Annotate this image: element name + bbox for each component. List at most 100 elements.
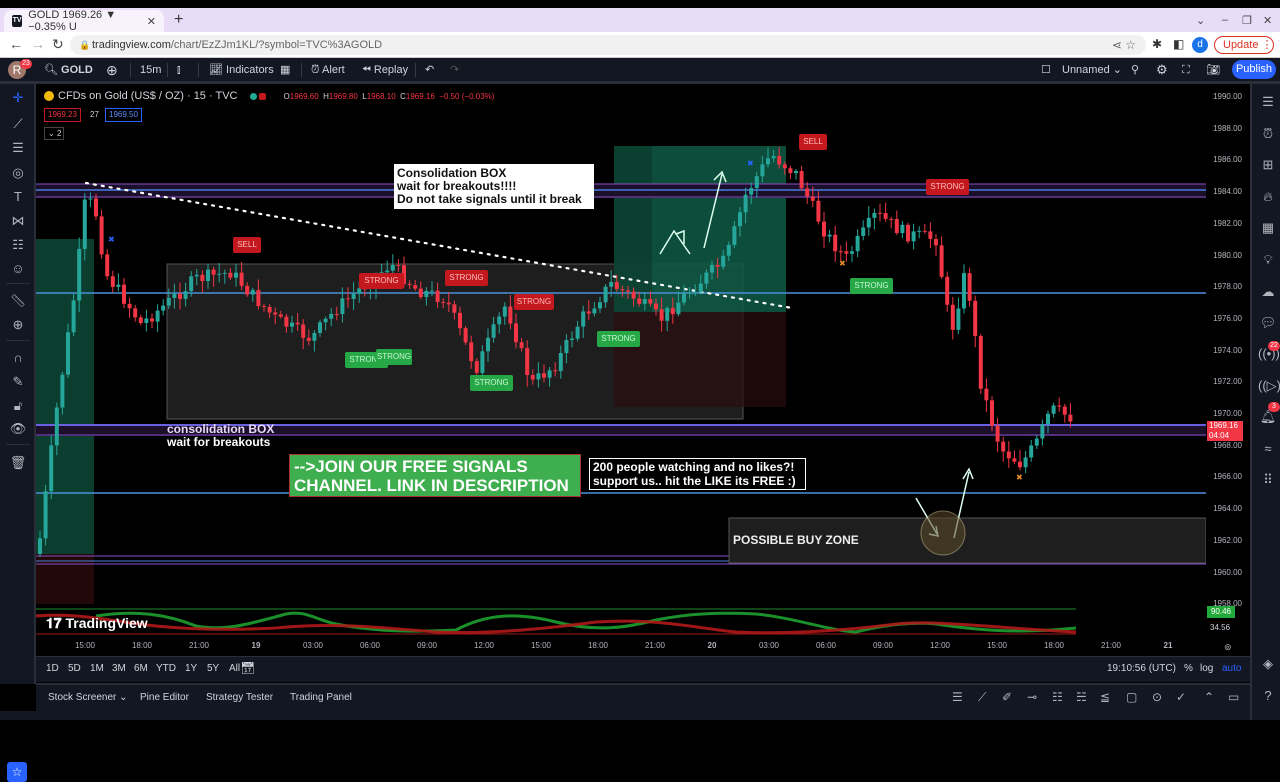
tab-search-chevron-icon[interactable]: ⌄ xyxy=(1196,14,1205,27)
oscillator-pane[interactable] xyxy=(36,604,1206,639)
horizontal-lines-tool-icon[interactable]: ☰ xyxy=(952,690,963,704)
trend-line-icon[interactable]: ⟋ xyxy=(8,114,28,134)
hotlist-flame-icon[interactable]: 🔥︎ xyxy=(1258,187,1278,207)
messages-icon[interactable]: 💬︎ xyxy=(1258,313,1278,333)
browser-tab[interactable]: TV GOLD 1969.26 ▼ −0.35% U ✕ xyxy=(4,9,164,33)
candles-style-icon[interactable]: ⫾ xyxy=(177,58,181,82)
ideas-lightbulb-icon[interactable]: 💡︎ xyxy=(1258,250,1278,270)
scale-settings-icon[interactable]: ⊚ xyxy=(1224,642,1232,653)
pattern-tool-icon[interactable]: ⋈ xyxy=(8,211,28,231)
collapse-up-icon[interactable]: ⌃ xyxy=(1204,690,1214,704)
publish-button[interactable]: Publish xyxy=(1232,60,1276,79)
log-scale-toggle[interactable]: log xyxy=(1200,663,1213,674)
data-window-icon[interactable]: ⠿ xyxy=(1258,470,1278,490)
tab-strategy-tester[interactable]: Strategy Tester xyxy=(206,692,273,703)
watchlist-icon[interactable]: ☰ xyxy=(1258,92,1278,112)
collapse-icon[interactable]: ≈ xyxy=(1258,439,1278,459)
range-button-1d[interactable]: 1D xyxy=(46,663,59,674)
range-button-1y[interactable]: 1Y xyxy=(185,663,197,674)
settings-gear-icon[interactable]: ⚙ xyxy=(1156,58,1168,82)
compare-symbol-icon[interactable]: ⊕ xyxy=(106,58,118,82)
maximize-panel-icon[interactable]: ▭ xyxy=(1228,690,1239,704)
brush-tool-icon[interactable]: ✐ xyxy=(1002,690,1012,704)
range-button-all[interactable]: All xyxy=(229,663,240,674)
live-streams-icon[interactable]: ((▷)) xyxy=(1258,376,1280,396)
undo-icon[interactable]: ↶ xyxy=(425,58,434,82)
bid-price-button[interactable]: 1969.23 xyxy=(44,108,81,122)
lock-all-icon[interactable]: 🔓︎ xyxy=(8,396,28,416)
calendar-icon[interactable]: ▦ xyxy=(1258,218,1278,238)
tab-stock-screener[interactable]: Stock Screener ⌄ xyxy=(48,692,128,703)
tab-trading-panel[interactable]: Trading Panel xyxy=(290,692,352,703)
camera-icon[interactable]: 📷︎ xyxy=(1206,58,1220,82)
redo-icon[interactable]: ↷ xyxy=(450,58,459,82)
chart-pane[interactable]: ✖ ✖ ✖ ✖ SELL STRONG STRONG STRONG STRONG… xyxy=(36,84,1206,604)
range-button-3m[interactable]: 3M xyxy=(112,663,126,674)
alerts-clock-icon[interactable]: ⏰︎ xyxy=(1258,124,1278,144)
alert-button[interactable]: ⏰︎ Alert xyxy=(311,58,345,82)
parallel-channel-icon[interactable]: ☷ xyxy=(1052,690,1063,704)
crosshair-icon[interactable]: ✛ xyxy=(8,88,28,108)
emoji-icon[interactable]: ☺ xyxy=(8,259,28,279)
reload-icon[interactable]: ↻ xyxy=(52,36,64,53)
auto-scale-toggle[interactable]: auto xyxy=(1222,663,1241,674)
path-tool-icon[interactable]: ✓ xyxy=(1176,690,1186,704)
tab-pine-editor[interactable]: Pine Editor xyxy=(140,692,189,703)
update-button[interactable]: Update ⋮ xyxy=(1214,36,1274,54)
interval-button[interactable]: 15m xyxy=(140,58,161,82)
utc-clock[interactable]: 19:10:56 (UTC) xyxy=(1107,663,1176,674)
ruler-icon[interactable]: 📏︎ xyxy=(8,291,28,311)
indicators-collapse-toggle[interactable]: ⌄ 2 xyxy=(44,127,64,140)
templates-icon[interactable]: ▦ xyxy=(280,58,290,82)
magnet-icon[interactable]: ∩ xyxy=(8,348,28,368)
symbol-title[interactable]: CFDs on Gold (US$ / OZ) · 15 · TVC xyxy=(58,90,238,102)
fullscreen-icon[interactable]: ⛶ xyxy=(1182,58,1190,82)
add-list-icon[interactable]: ⊞ xyxy=(1258,155,1278,175)
range-button-5d[interactable]: 5D xyxy=(68,663,81,674)
restore-icon[interactable]: ❐ xyxy=(1242,14,1252,27)
symbol-search-button[interactable]: 🔍︎ GOLD xyxy=(44,58,93,82)
close-window-icon[interactable]: ✕ xyxy=(1263,14,1272,27)
go-to-date-calendar-icon[interactable]: 📅︎ xyxy=(240,661,255,675)
rectangle-tool-icon[interactable]: ▢ xyxy=(1126,690,1137,704)
layout-checkbox-icon[interactable]: ☐ xyxy=(1041,58,1051,82)
regression-icon[interactable]: ☵ xyxy=(1076,690,1087,704)
help-icon[interactable]: ? xyxy=(1258,686,1278,706)
sidepanel-icon[interactable]: ◧ xyxy=(1173,37,1184,51)
horizontal-ray-icon[interactable]: ⊸ xyxy=(1027,690,1037,704)
chats-cloud-icon[interactable]: ☁ xyxy=(1258,282,1278,302)
new-tab-icon[interactable]: + xyxy=(174,11,183,29)
prediction-tool-icon[interactable]: ☷ xyxy=(8,235,28,255)
percent-scale-toggle[interactable]: % xyxy=(1184,663,1193,674)
share-and-bookmark-icons[interactable]: ⋖ ☆ xyxy=(1112,35,1136,55)
range-button-6m[interactable]: 6M xyxy=(134,663,148,674)
circle-shapes-icon[interactable]: ◎ xyxy=(8,163,28,183)
range-button-ytd[interactable]: YTD xyxy=(156,663,176,674)
fib-retracement-icon[interactable]: ☰ xyxy=(8,138,28,158)
zoom-in-icon[interactable]: ⊕ xyxy=(8,315,28,335)
circle-tool-icon[interactable]: ⊙ xyxy=(1152,690,1162,704)
profile-avatar[interactable]: d xyxy=(1192,37,1208,53)
ask-price-button[interactable]: 1969.50 xyxy=(105,108,142,122)
indicators-button[interactable]: 📈︎ Indicators xyxy=(209,58,274,82)
layers-icon[interactable]: ◈ xyxy=(1258,654,1278,674)
favorites-star-icon[interactable]: ☆ xyxy=(7,762,27,782)
back-icon[interactable]: ← xyxy=(9,36,23,52)
price-scale[interactable]: 1990.00 1988.00 1986.00 1984.00 1982.00 1980.… xyxy=(1206,84,1250,652)
text-tool-icon[interactable]: T xyxy=(8,187,28,207)
minimize-icon[interactable]: – xyxy=(1222,14,1228,26)
extensions-icon[interactable]: ✱ xyxy=(1152,37,1162,51)
hide-drawings-icon[interactable]: 👁︎ xyxy=(8,419,28,439)
fib-icon[interactable]: ≦ xyxy=(1100,690,1110,704)
range-button-1m[interactable]: 1M xyxy=(90,663,104,674)
layout-name-button[interactable]: Unnamed ⌄ xyxy=(1062,58,1122,82)
lock-drawing-icon[interactable]: ✎ xyxy=(8,372,28,392)
replay-button[interactable]: ⏪︎ Replay xyxy=(362,58,408,82)
range-button-5y[interactable]: 5Y xyxy=(207,663,219,674)
quick-search-icon[interactable]: ⚲ xyxy=(1131,58,1139,82)
trend-line-tool-icon[interactable]: ⟋ xyxy=(978,690,986,705)
url-input[interactable]: 🔒 tradingview.com/chart/EzZJm1KL/?symbol… xyxy=(70,35,1146,55)
time-axis[interactable]: 15:00 18:00 21:00 19 03:00 06:00 09:00 12:00 15:… xyxy=(36,639,1206,655)
trash-icon[interactable]: 🗑︎ xyxy=(8,453,28,473)
close-tab-icon[interactable]: ✕ xyxy=(147,15,156,28)
